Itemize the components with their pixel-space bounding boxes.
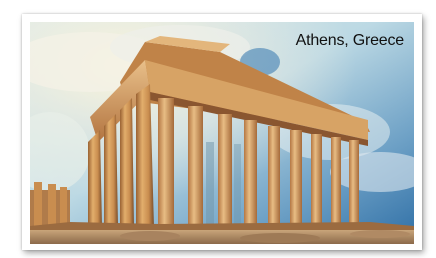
- photo-card: Athens, Greece: [22, 14, 422, 250]
- parthenon-photo: Athens, Greece: [30, 22, 414, 244]
- parthenon-illustration: [30, 22, 414, 244]
- location-caption: Athens, Greece: [295, 32, 405, 49]
